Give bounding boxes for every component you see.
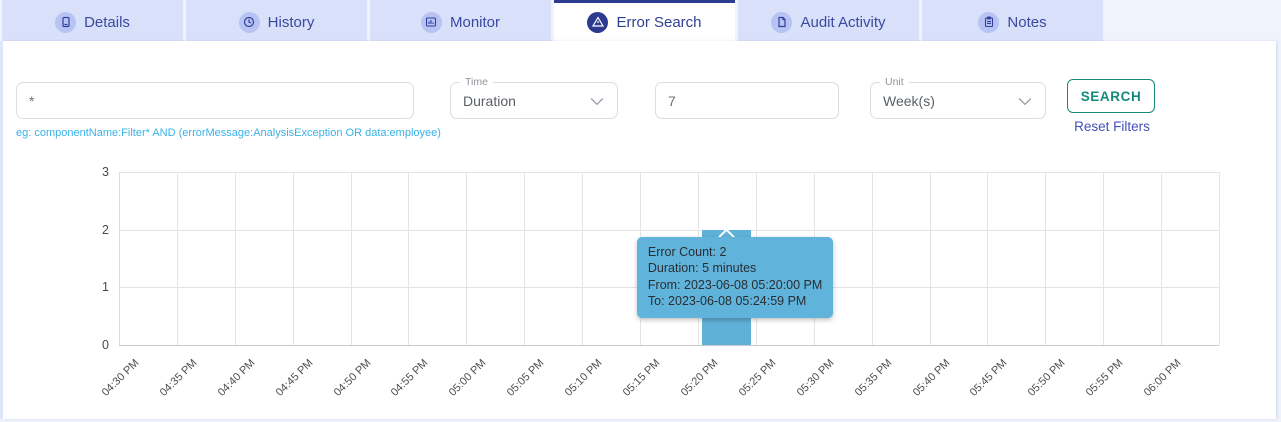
tab-details[interactable]: Details — [2, 0, 183, 41]
gridline — [1219, 172, 1220, 345]
tooltip-line: From: 2023-06-08 05:20:00 PM — [647, 277, 823, 292]
x-tick-label: 05:50 PM — [1026, 357, 1068, 399]
tooltip-line: Error Count: 2 — [647, 244, 727, 259]
x-tick-label: 05:05 PM — [504, 357, 547, 399]
x-tick-label: 04:40 PM — [215, 357, 258, 399]
query-input[interactable] — [16, 82, 414, 119]
tooltip-line: To: 2023-06-08 05:24:59 PM — [647, 294, 807, 309]
gridline — [119, 229, 1219, 231]
tab-monitor[interactable]: Monitor — [370, 0, 551, 41]
x-tick-label: 05:00 PM — [447, 357, 489, 399]
unit-select[interactable]: Unit Week(s) — [870, 76, 1046, 119]
gridline — [1045, 172, 1047, 345]
x-tick-label: 05:20 PM — [678, 357, 721, 399]
y-tick-label: 3 — [102, 165, 109, 179]
y-axis-line — [119, 172, 120, 345]
x-tick-label: 06:00 PM — [1141, 357, 1184, 399]
monitor-icon — [420, 11, 442, 33]
document-icon — [55, 11, 77, 33]
x-tick-label: 04:45 PM — [273, 357, 316, 399]
x-tick-label: 05:15 PM — [620, 357, 663, 399]
gridline — [119, 172, 1219, 173]
gridline — [408, 172, 410, 345]
y-tick-label: 2 — [102, 222, 109, 237]
error-triangle-icon — [587, 11, 609, 33]
gridline — [1103, 172, 1105, 345]
notes-icon — [978, 11, 1000, 33]
tab-label: Details — [84, 13, 130, 31]
chevron-down-icon — [1018, 97, 1032, 105]
chart-tooltip: Error Count: 2 Duration: 5 minutes From: 2… — [636, 236, 834, 318]
duration-input[interactable] — [655, 82, 839, 119]
tab-error-search[interactable]: Error Search — [554, 0, 735, 41]
time-select[interactable]: Time Duration — [450, 76, 618, 119]
tab-label: Error Search — [616, 13, 702, 31]
reset-filters-link[interactable]: Reset Filters — [1064, 119, 1160, 134]
unit-select-label: Unit — [880, 76, 909, 88]
x-tick-label: 05:25 PM — [736, 357, 779, 399]
tab-label: History — [267, 13, 315, 31]
gridline — [871, 172, 873, 345]
gridline — [929, 172, 931, 345]
search-button[interactable]: SEARCH — [1067, 79, 1155, 113]
gridline — [292, 172, 294, 345]
tab-audit-activity[interactable]: Audit Activity — [738, 0, 919, 41]
unit-select-value: Week(s) — [883, 92, 935, 109]
y-tick-label: 1 — [102, 280, 109, 295]
x-tick-label: 05:10 PM — [562, 357, 605, 399]
tab-label: Audit Activity — [800, 13, 886, 31]
history-icon — [238, 11, 260, 33]
x-tick-label: 05:30 PM — [794, 357, 837, 399]
x-tick-label: 05:45 PM — [968, 357, 1010, 399]
x-tick-label: 04:30 PM — [99, 357, 142, 399]
tab-history[interactable]: History — [186, 0, 367, 41]
tab-label: Monitor — [449, 13, 501, 31]
tab-label: Notes — [1007, 13, 1047, 31]
x-tick-label: 04:55 PM — [389, 357, 431, 399]
gridline — [176, 172, 178, 345]
gridline — [234, 172, 236, 345]
gridline — [524, 172, 526, 345]
gridline — [1161, 172, 1163, 345]
time-select-label: Time — [460, 76, 493, 88]
y-tick-label: 0 — [102, 338, 109, 352]
time-select-value: Duration — [463, 92, 516, 109]
tab-bar: Details History Monitor Error Search Aud… — [0, 0, 1281, 41]
error-search-panel: eg: componentName:Filter* AND (errorMess… — [3, 41, 1276, 419]
chevron-down-icon — [590, 97, 604, 105]
x-tick-label: 05:55 PM — [1083, 357, 1126, 399]
tooltip-line: Duration: 5 minutes — [647, 261, 757, 276]
gridline — [350, 172, 352, 345]
x-tick-label: 04:50 PM — [331, 357, 374, 399]
x-tick-label: 05:40 PM — [910, 357, 953, 399]
query-hint: eg: componentName:Filter* AND (errorMess… — [16, 127, 441, 139]
x-tick-label: 05:35 PM — [852, 357, 895, 399]
x-tick-label: 04:35 PM — [157, 357, 200, 399]
gridline — [987, 172, 989, 345]
gridline — [466, 172, 468, 345]
audit-file-icon — [771, 11, 793, 33]
x-axis-line — [119, 345, 1219, 346]
gridline — [582, 172, 584, 345]
tab-notes[interactable]: Notes — [922, 0, 1103, 41]
